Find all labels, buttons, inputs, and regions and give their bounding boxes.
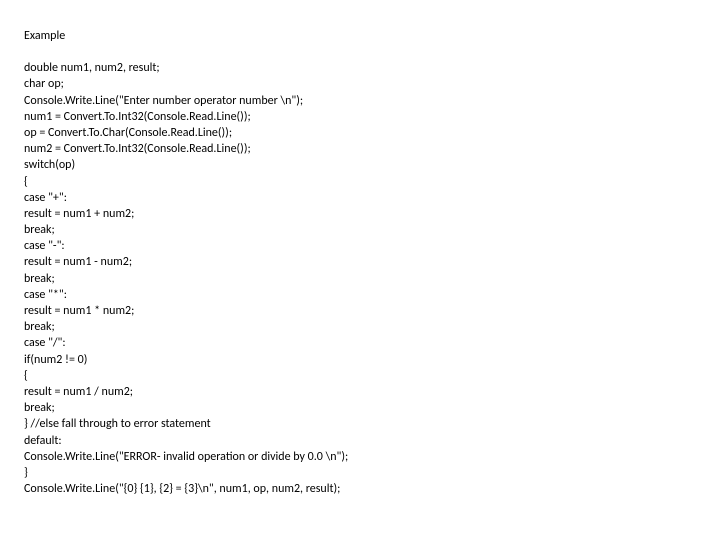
code-line: case "/": [24,335,696,351]
code-line: result = num1 / num2; [24,384,696,400]
code-line: break; [24,319,696,335]
example-heading: Example [24,28,696,44]
code-block: double num1, num2, result; char op; Cons… [24,60,696,497]
code-line: Console.Write.Line("{0} {1}, {2} = {3}\n… [24,481,696,497]
document-page: Example double num1, num2, result; char … [0,0,720,525]
code-line: break; [24,271,696,287]
code-line: num1 = Convert.To.Int32(Console.Read.Lin… [24,109,696,125]
code-line: } [24,465,696,481]
code-line: char op; [24,76,696,92]
code-line: Console.Write.Line("Enter number operato… [24,93,696,109]
code-line: Console.Write.Line("ERROR- invalid opera… [24,449,696,465]
code-line: result = num1 - num2; [24,254,696,270]
code-line: result = num1 + num2; [24,206,696,222]
code-line: op = Convert.To.Char(Console.Read.Line()… [24,125,696,141]
code-line: case "-": [24,238,696,254]
code-line: case "+": [24,190,696,206]
code-line: if(num2 != 0) [24,352,696,368]
code-line: case "*": [24,287,696,303]
code-line: } //else fall through to error statement [24,416,696,432]
code-line: default: [24,433,696,449]
code-line: break; [24,222,696,238]
code-line: switch(op) [24,157,696,173]
code-line: { [24,368,696,384]
code-line: break; [24,400,696,416]
code-line: { [24,174,696,190]
code-line: result = num1 * num2; [24,303,696,319]
code-line: num2 = Convert.To.Int32(Console.Read.Lin… [24,141,696,157]
code-line: double num1, num2, result; [24,60,696,76]
